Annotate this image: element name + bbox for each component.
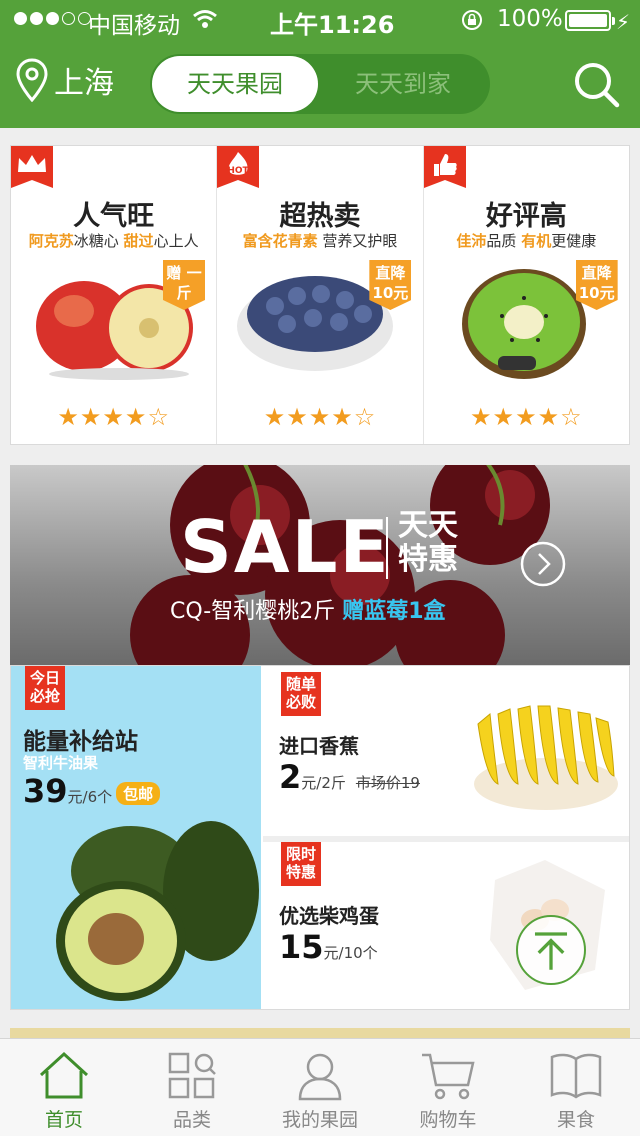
tab-fruit-food[interactable]: 果食 <box>512 1039 640 1136</box>
daily-special-label: 天天 特惠 <box>398 508 458 577</box>
limited-special-badge: 限时 特惠 <box>281 842 321 886</box>
promo-avocado[interactable]: 今日 必抢 能量补给站 智利牛油果 39元/6个 包邮 <box>11 666 261 1009</box>
banana-image <box>474 705 618 810</box>
feature-cards: 人气旺 阿克苏冰糖心 甜过心上人 赠 一斤 ★★★★☆ HOT 超热卖 富含花青… <box>10 145 630 445</box>
feature-card-hot[interactable]: HOT 超热卖 富含花青素 营养又护眼 直降 10元 ★★★★☆ <box>217 146 424 444</box>
svg-text:HOT: HOT <box>228 166 250 176</box>
card-title: 好评高 <box>485 201 567 232</box>
promo-price: 39元/6个 包邮 <box>23 772 161 810</box>
order-must-buy-badge: 随单 必败 <box>281 672 321 716</box>
promo-title: 进口香蕉 <box>279 734 359 758</box>
market-price: 市场价19 <box>355 774 420 792</box>
card-title: 超热卖 <box>279 201 361 232</box>
card-tag: 直降 10元 <box>369 260 412 310</box>
signal-icon <box>14 12 91 25</box>
today-must-buy-badge: 今日 必抢 <box>25 666 65 710</box>
card-tag: 直降 10元 <box>575 260 618 310</box>
chevron-right-icon[interactable] <box>520 541 566 587</box>
status-bar: 中国移动 上午11:26 100% ⚡ <box>0 0 640 40</box>
feature-card-popular[interactable]: 人气旺 阿克苏冰糖心 甜过心上人 赠 一斤 ★★★★☆ <box>11 146 218 444</box>
promo-price: 15元/10个 <box>279 928 378 966</box>
search-icon[interactable] <box>572 60 620 108</box>
crown-icon <box>11 146 53 188</box>
battery-icon <box>565 10 615 31</box>
feature-card-rated[interactable]: 好评高 佳沛品质 有机更健康 直降 10元 ★★★★☆ <box>423 146 629 444</box>
card-subtitle: 佳沛品质 有机更健康 <box>456 232 597 250</box>
book-icon <box>550 1053 602 1099</box>
location-selector[interactable]: 上海 <box>16 58 114 102</box>
app-header: 中国移动 上午11:26 100% ⚡ 上海 天天果园 天天到家 <box>0 0 640 128</box>
star-rating: ★★★★☆ <box>470 403 583 431</box>
promo-price: 2元/2斤 市场价19 <box>279 758 420 796</box>
tab-home[interactable]: 首页 <box>0 1039 128 1136</box>
tab-tiantian-guoyuan[interactable]: 天天果园 <box>152 56 318 112</box>
user-icon <box>298 1053 342 1101</box>
card-subtitle: 富含花青素 营养又护眼 <box>242 232 398 250</box>
clock: 上午11:26 <box>270 11 395 39</box>
promo-banana[interactable]: 随单 必败 进口香蕉 2元/2斤 市场价19 <box>263 666 629 836</box>
store-switch: 天天果园 天天到家 <box>150 54 490 114</box>
cart-icon <box>422 1053 475 1100</box>
tab-my-orchard[interactable]: 我的果园 <box>256 1039 384 1136</box>
location-pin-icon <box>16 58 48 102</box>
bottom-tab-bar: 首页 品类 我的果园 购物车 果食 <box>0 1038 640 1136</box>
charging-icon: ⚡ <box>616 10 631 34</box>
carrier-label: 中国移动 <box>88 13 180 39</box>
card-tag: 赠 一斤 <box>163 260 205 310</box>
promo-title: 优选柴鸡蛋 <box>279 904 379 928</box>
avocado-image <box>56 821 259 1001</box>
battery-percent: 100% <box>497 6 563 32</box>
back-to-top-icon[interactable] <box>516 915 586 985</box>
tab-tiantian-daojia[interactable]: 天天到家 <box>320 56 486 112</box>
sale-heading: SALE <box>180 505 391 589</box>
promo-title: 能量补给站 <box>23 729 138 755</box>
rotation-lock-icon <box>462 10 482 30</box>
category-icon <box>168 1052 216 1099</box>
hot-icon: HOT <box>217 146 260 188</box>
tab-cart[interactable]: 购物车 <box>384 1039 512 1136</box>
home-icon <box>39 1051 89 1099</box>
promo-subtitle: 智利牛油果 <box>23 754 99 772</box>
card-subtitle: 阿克苏冰糖心 甜过心上人 <box>28 232 199 250</box>
star-rating: ★★★★☆ <box>263 403 377 431</box>
banner-subtitle: CQ-智利樱桃2斤 赠蓝莓1盒 <box>170 599 446 624</box>
wifi-icon <box>193 10 217 28</box>
city-label: 上海 <box>54 66 114 101</box>
free-shipping-badge: 包邮 <box>116 781 161 805</box>
tab-category[interactable]: 品类 <box>128 1039 256 1136</box>
sale-banner[interactable]: SALE 天天 特惠 CQ-智利樱桃2斤 赠蓝莓1盒 <box>10 465 630 665</box>
banner-divider <box>386 517 388 579</box>
thumbs-up-icon <box>423 146 466 188</box>
card-title: 人气旺 <box>73 201 155 232</box>
star-rating: ★★★★☆ <box>57 403 170 431</box>
